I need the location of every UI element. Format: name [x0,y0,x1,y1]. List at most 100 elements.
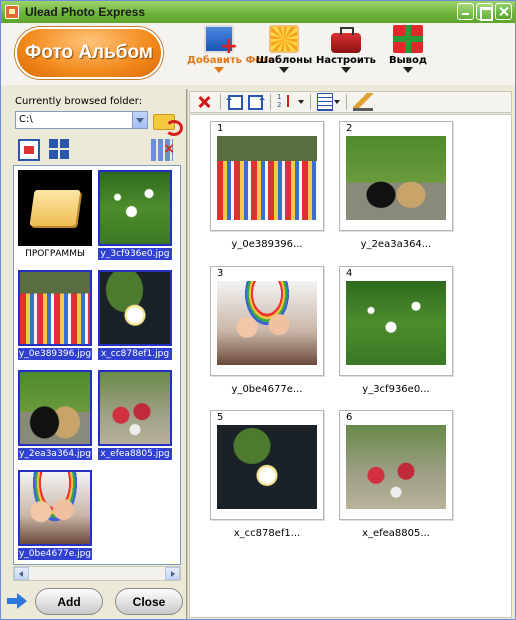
gallery-photo [217,281,317,365]
thumbnail-view-icon[interactable] [49,139,71,161]
photo-thumb [98,170,172,246]
templates-icon [269,25,299,53]
photo-thumb [18,270,92,346]
photo-thumb [18,470,92,546]
browse-thumb[interactable]: y_0e389396.jpg [16,268,94,366]
gallery-caption: x_efea8805... [362,528,430,539]
tool-output[interactable]: Вывод [376,25,440,73]
toolbar-separator [346,94,347,110]
window-controls [457,3,512,21]
thumb-caption: y_0e389396.jpg [18,348,92,360]
gallery-number: 2 [346,123,353,134]
gallery-number: 5 [217,412,224,423]
maximize-button[interactable] [476,3,493,21]
tool-templates-label: Шаблоны [255,55,313,66]
thumb-caption: x_cc878ef1.jpg [98,348,172,360]
combo-dropdown-button[interactable] [132,112,147,128]
close-window-button[interactable] [495,3,512,20]
gallery-caption: y_0e389396... [231,239,303,250]
chevron-down-icon [214,67,224,73]
app-icon [5,5,19,19]
sort-icon[interactable] [277,93,297,111]
tool-add-photo[interactable]: Добавить Фото [187,25,275,73]
folder-item[interactable]: ПРОГРАММЫ [16,168,94,266]
gallery-card: 3 [210,266,324,376]
browse-thumb[interactable]: y_0be4677e.jpg [16,468,94,564]
photo-album-button[interactable]: Фото Альбом [15,27,163,79]
tool-output-label: Вывод [389,55,427,66]
gallery-card: 6 [339,410,453,520]
thumb-caption: x_efea8805.jpg [98,448,172,460]
close-button[interactable]: Close [115,588,183,615]
calendar-view-icon[interactable] [18,139,40,161]
folder-path-combo[interactable]: C:\ [15,111,148,129]
gallery-item[interactable]: 4 y_3cf936e0... [339,266,453,395]
browse-thumb[interactable]: x_cc878ef1.jpg [96,268,174,366]
rotate-left-icon[interactable] [226,94,243,110]
add-button[interactable]: Add [35,588,103,615]
gallery-caption: y_0be4677e... [231,384,303,395]
deselect-all-icon[interactable] [151,139,175,161]
folder-thumb [18,170,92,246]
photo-thumb [98,370,172,446]
app-window: Ulead Photo Express Фото Альбом Добавить… [0,0,516,620]
thumb-caption: y_0be4677e.jpg [18,548,92,560]
browse-thumb[interactable]: x_efea8805.jpg [96,368,174,466]
edit-photo-icon[interactable] [353,93,373,111]
browse-thumb[interactable]: y_2ea3a364.jpg [16,368,94,466]
gallery-card: 1 [210,121,324,231]
folder-thumbnails-panel: ПРОГРАММЫ y_3cf936e0.jpg y_0e389396.jpg … [13,165,181,565]
thumbs-horizontal-scrollbar[interactable] [13,566,181,581]
folder-caption: ПРОГРАММЫ [25,249,85,259]
gallery-photo [346,425,446,509]
gallery-number: 4 [346,268,353,279]
gift-output-icon [393,25,423,53]
gallery-photo [217,425,317,509]
gallery-card: 4 [339,266,453,376]
chevron-down-icon[interactable] [334,100,340,104]
view-mode-icon[interactable] [317,93,333,111]
chevron-down-icon [279,67,289,73]
tool-customize[interactable]: Настроить [314,25,378,73]
close-button-label: Close [132,594,166,609]
scroll-right-button[interactable] [165,567,180,580]
photo-thumb [18,370,92,446]
toolbar-separator [270,94,271,110]
gallery-number: 1 [217,123,224,134]
gallery-item[interactable]: 6 x_efea8805... [339,410,453,539]
tool-templates[interactable]: Шаблоны [252,25,316,73]
gallery-caption: y_2ea3a364... [360,239,432,250]
album-gallery: 1 y_0e389396... 2 y_2ea3a364... 3 y_0be4… [189,114,512,618]
gallery-item[interactable]: 2 y_2ea3a364... [339,121,453,250]
gallery-item[interactable]: 3 y_0be4677e... [210,266,324,395]
main-toolbar: Фото Альбом Добавить Фото Шаблоны Настро… [1,23,515,85]
chevron-down-icon[interactable] [298,100,304,104]
gallery-card: 2 [339,121,453,231]
tool-customize-label: Настроить [316,55,376,66]
gallery-photo [346,136,446,220]
scroll-left-button[interactable] [14,567,29,580]
browse-thumb[interactable]: y_3cf936e0.jpg [96,168,174,266]
open-folder-icon[interactable] [153,110,183,136]
photo-album-label: Фото Альбом [25,42,153,63]
chevron-down-icon [403,67,413,73]
thumb-caption: y_2ea3a364.jpg [18,448,92,460]
window-title: Ulead Photo Express [25,5,146,19]
album-toolbar [189,91,512,113]
minimize-button[interactable] [457,3,474,20]
delete-icon[interactable] [194,93,214,111]
folder-icon [29,190,81,226]
panel-divider[interactable] [186,89,188,619]
chevron-down-icon [341,67,351,73]
add-photo-icon [204,25,238,59]
title-bar[interactable]: Ulead Photo Express [1,1,515,23]
gallery-number: 3 [217,268,224,279]
arrow-right-icon [7,593,27,609]
rotate-right-icon[interactable] [248,94,265,110]
gallery-caption: x_cc878ef1... [233,528,301,539]
gallery-item[interactable]: 1 y_0e389396... [210,121,324,250]
gallery-number: 6 [346,412,353,423]
thumb-caption: y_3cf936e0.jpg [98,248,172,260]
gallery-item[interactable]: 5 x_cc878ef1... [210,410,324,539]
gallery-caption: y_3cf936e0... [362,384,430,395]
